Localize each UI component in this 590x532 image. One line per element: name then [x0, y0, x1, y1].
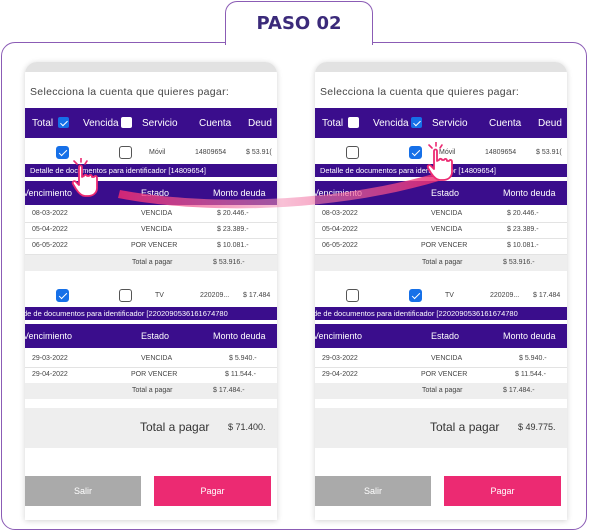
transition-arrow	[118, 172, 442, 209]
pointer-hand-icon	[426, 142, 453, 181]
pointer-hand-icon	[71, 158, 98, 197]
